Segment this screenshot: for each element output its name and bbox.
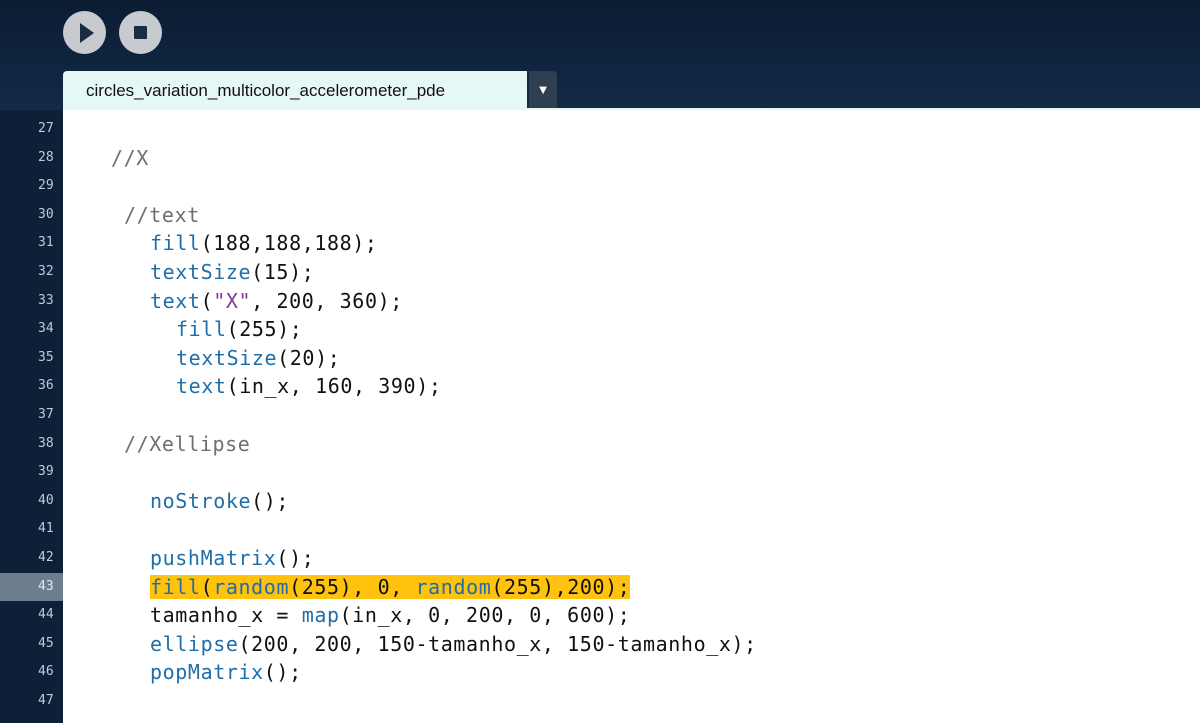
code-token: (255), 0, [289, 574, 416, 599]
code-line: fill(255); [176, 315, 302, 343]
code-line: text("X", 200, 360); [150, 287, 403, 315]
code-line: //text [124, 201, 200, 229]
line-number: 38 [38, 435, 54, 451]
code-token: (255),200); [491, 574, 631, 599]
line-number: 43 [0, 572, 63, 601]
code-line: popMatrix(); [150, 658, 302, 686]
line-number: 42 [38, 550, 54, 565]
tab-label: circles_variation_multicolor_acceleromet… [86, 81, 446, 100]
line-number: 27 [38, 121, 54, 136]
code-token: tamanho_x = [150, 603, 302, 628]
play-icon [80, 23, 94, 43]
code-token: (); [251, 488, 290, 513]
code-function-token: fill [150, 574, 201, 599]
stop-button[interactable] [119, 11, 162, 54]
code-line: //Xellipse [124, 430, 250, 458]
line-number: 30 [38, 206, 54, 222]
code-function-token: noStroke [150, 488, 252, 513]
line-number: 35 [38, 349, 54, 365]
line-number: 32 [38, 264, 54, 279]
code-string-token: "X" [213, 288, 252, 313]
code-comment-token: //text [124, 202, 200, 227]
line-number: 40 [38, 492, 54, 508]
code-function-token: fill [150, 231, 201, 256]
code-function-token: text [150, 288, 201, 313]
tab-sketch-file[interactable]: circles_variation_multicolor_acceleromet… [63, 71, 527, 110]
code-function-token: random [415, 574, 492, 599]
code-line: noStroke(); [150, 487, 289, 515]
line-number: 34 [38, 321, 54, 337]
line-number: 46 [38, 664, 54, 680]
line-number: 45 [38, 635, 54, 651]
code-line: textSize(20); [176, 344, 340, 372]
line-number: 31 [38, 235, 54, 251]
code-function-token: pushMatrix [150, 546, 277, 570]
code-token: , 200, 360); [251, 288, 403, 313]
code-token: (20); [277, 345, 341, 370]
code-function-token: fill [176, 317, 227, 342]
code-editor[interactable]: //X//text fill(188,188,188); textSize(15);… [63, 110, 1200, 723]
code-token: (15); [251, 260, 315, 284]
line-number: 29 [38, 178, 54, 194]
line-number: 37 [38, 407, 54, 422]
code-line: fill(random(255), 0, random(255),200); [150, 573, 631, 601]
code-function-token: random [213, 574, 290, 599]
run-button[interactable] [63, 11, 106, 54]
code-token: (); [276, 546, 315, 570]
code-line: //X [111, 144, 149, 172]
code-token: (200, 200, 150-tamanho_x, 150-tamanho_x)… [238, 631, 757, 656]
code-line: pushMatrix(); [150, 544, 314, 572]
chevron-down-icon: ▼ [536, 82, 550, 97]
code-comment-token: //X [111, 145, 149, 170]
code-token: (255); [226, 317, 303, 342]
code-token: (); [263, 660, 302, 685]
code-line: textSize(15); [150, 258, 314, 286]
code-token: (in_x, 0, 200, 0, 600); [339, 603, 631, 628]
code-token: ( [200, 288, 214, 313]
tab-menu-button[interactable]: ▼ [529, 71, 557, 108]
code-function-token: textSize [150, 260, 252, 284]
line-number: 44 [38, 607, 54, 623]
line-number: 28 [38, 149, 54, 165]
code-function-token: ellipse [150, 631, 239, 656]
code-comment-token: //Xellipse [124, 431, 251, 456]
code-token: (in_x, 160, 390); [226, 374, 442, 399]
line-number: 33 [38, 292, 54, 308]
code-line: tamanho_x = map(in_x, 0, 200, 0, 600); [150, 601, 630, 629]
line-number: 39 [38, 464, 54, 480]
line-number: 41 [38, 521, 54, 537]
code-token: (188,188,188); [200, 231, 378, 256]
code-line: ellipse(200, 200, 150-tamanho_x, 150-tam… [150, 630, 757, 658]
line-number-gutter: 27 28 29 30 31 32 33 34 35 36 37 38 39 40 41 42 43 44 45 46… [0, 110, 63, 723]
line-number: 36 [38, 378, 54, 394]
line-highlight: fill(random(255), 0, random(255),200); [150, 574, 631, 599]
code-function-token: text [176, 374, 227, 399]
line-number: 47 [38, 693, 54, 708]
code-token: ( [200, 574, 214, 599]
stop-icon [134, 26, 147, 39]
code-line: text(in_x, 160, 390); [176, 372, 441, 400]
code-function-token: popMatrix [150, 660, 264, 685]
code-line: fill(188,188,188); [150, 229, 378, 257]
code-function-token: map [301, 603, 340, 628]
code-function-token: textSize [176, 345, 278, 370]
